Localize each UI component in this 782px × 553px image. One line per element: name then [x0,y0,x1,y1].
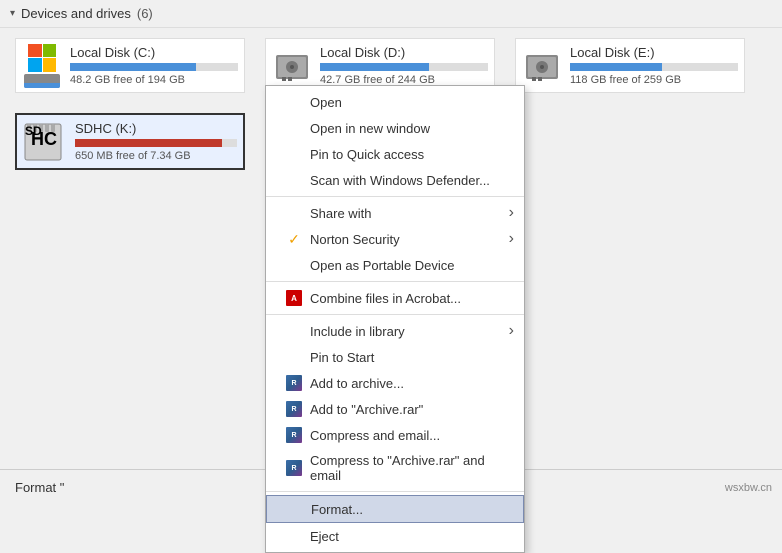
menu-share-with-label: Share with [310,206,371,221]
drive-e-name: Local Disk (E:) [570,45,738,60]
pin-start-icon [286,349,302,365]
menu-add-archive-rar-label: Add to "Archive.rar" [310,402,423,417]
menu-compress-email[interactable]: R Compress and email... [266,422,524,448]
drive-count: (6) [137,6,153,21]
menu-open-label: Open [310,95,342,110]
hdd-e-icon [522,47,562,85]
drive-e-info: Local Disk (E:) 118 GB free of 259 GB [570,45,738,86]
rar-compress-icon: R [286,427,302,443]
rar-compress2-icon: R [286,460,302,476]
norton-checkmark-icon: ✓ [286,231,302,247]
menu-compress-email-label: Compress and email... [310,428,440,443]
menu-compress-archive-email[interactable]: R Compress to "Archive.rar" and email [266,448,524,488]
separator-4 [266,491,524,492]
eject-icon [286,528,302,544]
menu-pin-quick-access[interactable]: Pin to Quick access [266,141,524,167]
drive-d-bar [320,63,429,71]
drive-k-bar [75,139,222,147]
menu-combine-acrobat-label: Combine files in Acrobat... [310,291,461,306]
menu-share-with[interactable]: Share with [266,200,524,226]
rar-archive-icon: R [286,375,302,391]
menu-include-library-label: Include in library [310,324,405,339]
scan-defender-icon [286,172,302,188]
drive-c-free: 48.2 GB free of 194 GB [70,74,238,86]
separator-3 [266,314,524,315]
drive-k-bar-container [75,139,237,147]
separator-1 [266,196,524,197]
drive-k[interactable]: SD HC SDHC (K:) 650 MB free of 7.34 GB [15,113,245,170]
menu-add-archive-label: Add to archive... [310,376,404,391]
library-icon [286,323,302,339]
header: ▾ Devices and drives (6) [0,0,782,28]
section-title: Devices and drives [21,6,131,21]
drive-c-info: Local Disk (C:) 48.2 GB free of 194 GB [70,45,238,86]
pin-quick-icon [286,146,302,162]
menu-open-new-window-label: Open in new window [310,121,430,136]
menu-eject[interactable]: Eject [266,523,524,549]
menu-open-new-window[interactable]: Open in new window [266,115,524,141]
menu-include-library[interactable]: Include in library [266,318,524,344]
watermark: wsxbw.cn [725,482,772,494]
sdhc-icon-container: SD HC [23,122,67,162]
drive-e[interactable]: Local Disk (E:) 118 GB free of 259 GB [515,38,745,93]
menu-norton-security[interactable]: ✓ Norton Security [266,226,524,252]
drive-k-name: SDHC (K:) [75,121,237,136]
format-icon [287,501,303,517]
menu-compress-archive-email-label: Compress to "Archive.rar" and email [310,453,504,483]
drive-c-bar-container [70,63,238,71]
menu-open-portable-label: Open as Portable Device [310,258,455,273]
expand-arrow[interactable]: ▾ [10,8,15,19]
open-new-window-icon [286,120,302,136]
menu-add-archive-rar[interactable]: R Add to "Archive.rar" [266,396,524,422]
drive-e-free: 118 GB free of 259 GB [570,74,738,86]
separator-2 [266,281,524,282]
open-icon [286,94,302,110]
windows-drive-icon [22,47,62,85]
hc-label: HC [31,130,57,148]
hdd-d-icon [272,47,312,85]
drive-k-info: SDHC (K:) 650 MB free of 7.34 GB [75,121,237,162]
share-with-icon [286,205,302,221]
drive-c-name: Local Disk (C:) [70,45,238,60]
drive-e-bar [570,63,662,71]
status-text: Format " [15,480,64,495]
drive-d-info: Local Disk (D:) 42.7 GB free of 244 GB [320,45,488,86]
drive-d-bar-container [320,63,488,71]
context-menu: Open Open in new window Pin to Quick acc… [265,85,525,553]
acrobat-icon: A [286,290,302,306]
drive-k-free: 650 MB free of 7.34 GB [75,150,237,162]
menu-open-portable[interactable]: Open as Portable Device [266,252,524,278]
drive-d-name: Local Disk (D:) [320,45,488,60]
menu-scan-defender[interactable]: Scan with Windows Defender... [266,167,524,193]
rar-archive2-icon: R [286,401,302,417]
menu-format[interactable]: Format... [266,495,524,523]
menu-eject-label: Eject [310,529,339,544]
menu-pin-quick-label: Pin to Quick access [310,147,424,162]
menu-pin-start-label: Pin to Start [310,350,374,365]
menu-add-archive[interactable]: R Add to archive... [266,370,524,396]
drive-c[interactable]: Local Disk (C:) 48.2 GB free of 194 GB [15,38,245,93]
menu-scan-defender-label: Scan with Windows Defender... [310,173,490,188]
menu-open[interactable]: Open [266,89,524,115]
menu-pin-start[interactable]: Pin to Start [266,344,524,370]
drive-c-bar [70,63,196,71]
menu-combine-acrobat[interactable]: A Combine files in Acrobat... [266,285,524,311]
portable-icon [286,257,302,273]
menu-norton-label: Norton Security [310,232,400,247]
drive-e-bar-container [570,63,738,71]
